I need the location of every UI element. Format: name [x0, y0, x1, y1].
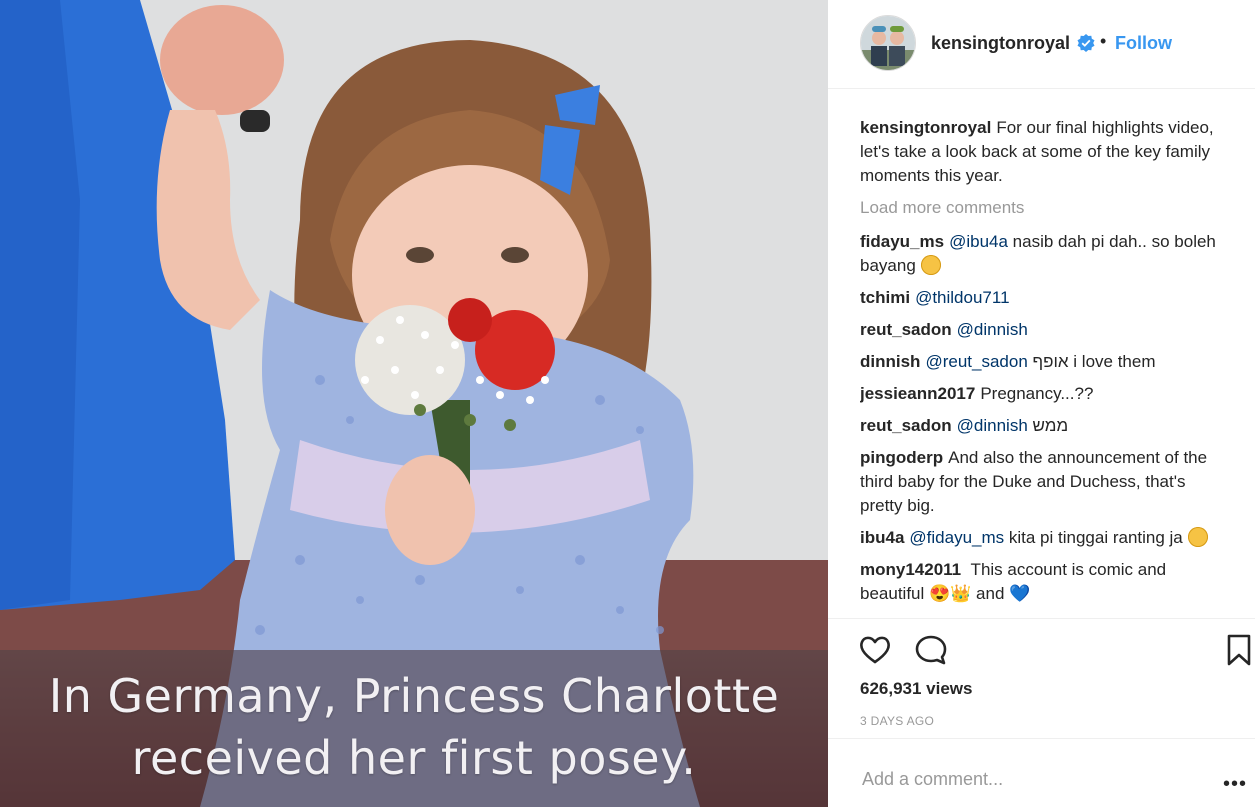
comment-text: ממש	[1027, 416, 1069, 435]
list-item: ibu4a @fidayu_ms kita pi tinggai ranting …	[860, 526, 1230, 550]
bookmark-icon[interactable]	[1222, 633, 1255, 667]
comment-mention[interactable]: @fidayu_ms	[909, 528, 1004, 547]
comment-username[interactable]: pingoderp	[860, 448, 943, 467]
smiling-face-emoji-icon	[920, 255, 941, 275]
comment-text: Pregnancy...??	[980, 384, 1094, 403]
comments-list[interactable]: kensingtonroyal For our final highlights …	[860, 116, 1230, 616]
add-comment-bar: •••	[828, 738, 1255, 808]
follow-button[interactable]: Follow	[1115, 33, 1172, 54]
comment-mention[interactable]: @dinnish	[957, 416, 1028, 435]
post-side-panel: kensingtonroyal • Follow kensingtonroyal…	[828, 0, 1255, 807]
list-item: tchimi @thildou711	[860, 286, 1230, 310]
verified-badge-icon	[1077, 34, 1095, 52]
list-item: mony142011 This account is comic and bea…	[860, 558, 1230, 606]
comment-username[interactable]: dinnish	[860, 352, 920, 371]
add-comment-input[interactable]	[860, 763, 1194, 795]
comment-username[interactable]: tchimi	[860, 288, 910, 307]
post-header: kensingtonroyal • Follow	[828, 0, 1255, 89]
list-item: fidayu_ms @ibu4a nasib dah pi dah.. so bo…	[860, 230, 1230, 278]
video-caption-line-2: received her first posey.	[131, 731, 697, 785]
list-item: jessieann2017 Pregnancy...??	[860, 382, 1230, 406]
comment-mention[interactable]: @dinnish	[957, 320, 1028, 339]
load-more-comments-button[interactable]: Load more comments	[860, 196, 1230, 220]
comment-username[interactable]: jessieann2017	[860, 384, 975, 403]
comment-text: אופף i love them	[1027, 352, 1156, 371]
action-bar	[828, 618, 1255, 666]
caption-username[interactable]: kensingtonroyal	[860, 118, 991, 137]
comment-mention[interactable]: @ibu4a	[949, 232, 1008, 251]
video-caption: In Germany, Princess Charlotte received …	[0, 665, 828, 789]
comment-mention[interactable]: @thildou711	[915, 288, 1009, 307]
avatar-image	[861, 16, 915, 70]
laughing-tears-emoji-icon	[1187, 527, 1208, 547]
comment-username[interactable]: reut_sadon	[860, 416, 952, 435]
comment-text: kita pi tinggai ranting ja	[1004, 528, 1183, 547]
list-item: dinnish @reut_sadon אופף i love them	[860, 350, 1230, 374]
header-username[interactable]: kensingtonroyal	[931, 33, 1070, 54]
post-caption: kensingtonroyal For our final highlights …	[860, 116, 1230, 188]
views-count[interactable]: 626,931 views	[860, 679, 972, 699]
list-item: reut_sadon @dinnish ממש	[860, 414, 1230, 438]
post-video[interactable]: In Germany, Princess Charlotte received …	[0, 0, 828, 807]
list-item: reut_sadon @dinnish	[860, 318, 1230, 342]
header-separator: •	[1100, 31, 1107, 51]
video-caption-line-1: In Germany, Princess Charlotte	[48, 669, 780, 723]
comment-username[interactable]: mony142011	[860, 560, 961, 579]
comment-username[interactable]: reut_sadon	[860, 320, 952, 339]
post-timestamp[interactable]: 3 DAYS AGO	[860, 714, 934, 728]
heart-icon[interactable]	[858, 633, 892, 667]
comment-username[interactable]: fidayu_ms	[860, 232, 944, 251]
comment-username[interactable]: ibu4a	[860, 528, 904, 547]
comment-mention[interactable]: @reut_sadon	[925, 352, 1027, 371]
list-item: pingoderp And also the announcement of th…	[860, 446, 1230, 518]
avatar[interactable]	[860, 15, 916, 71]
more-options-button[interactable]: •••	[1223, 773, 1247, 796]
comment-bubble-icon[interactable]	[914, 633, 948, 667]
